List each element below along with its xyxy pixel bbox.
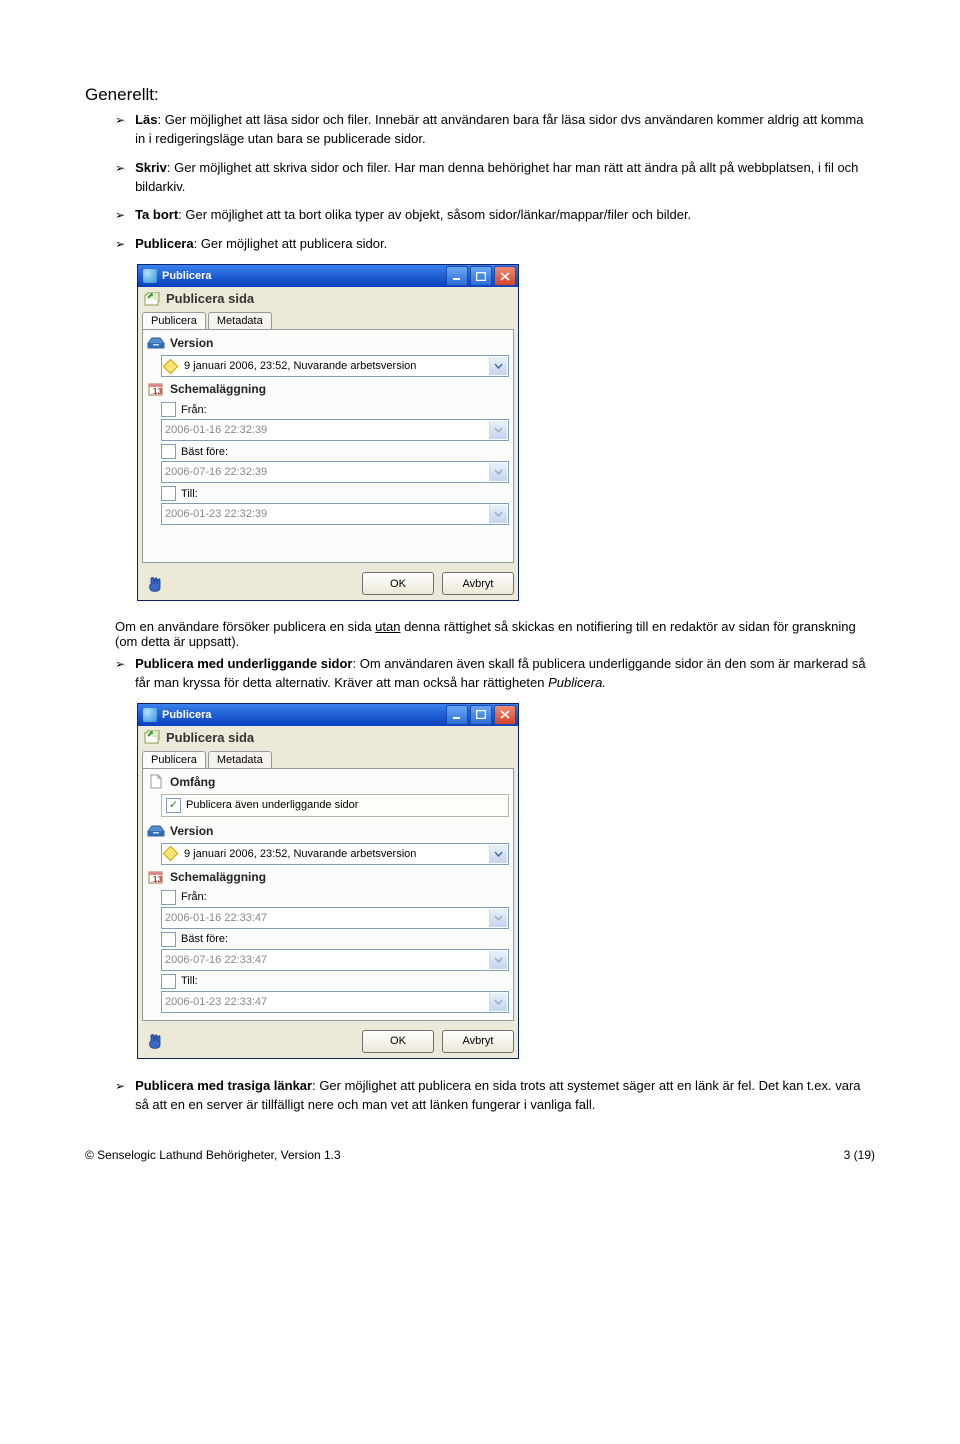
chevron-down-icon[interactable] [489,505,507,523]
publish-dialog-1: Publicera Publicera sida Publicera Metad… [137,264,519,601]
checkbox-icon[interactable] [161,932,176,947]
chevron-down-icon[interactable] [489,909,507,927]
tab-bar: Publicera Metadata [138,751,518,768]
bullet-marker: ➢ [115,161,125,175]
chevron-down-icon[interactable] [489,993,507,1011]
section-schedule: 13 Schemaläggning [147,380,509,399]
bullet-group-end: ➢ Publicera med trasiga länkar: Ger möjl… [115,1077,875,1115]
svg-text:13: 13 [153,387,162,396]
window-title: Publicera [162,709,212,721]
bullet-marker: ➢ [115,237,125,251]
check-bast[interactable]: Bäst före: [161,932,509,947]
till-field[interactable]: 2006-01-23 22:33:47 [161,991,509,1013]
chevron-down-icon[interactable] [489,421,507,439]
chevron-down-icon[interactable] [489,845,507,863]
close-button[interactable] [494,705,516,725]
bullet-group-1: ➢ Läs: Ger möjlighet att läsa sidor och … [115,111,875,254]
section-schedule: 13 Schemaläggning [147,868,509,887]
utan-paragraph: Om en användare försöker publicera en si… [115,619,875,649]
bullet-publicera-trasiga: ➢ Publicera med trasiga länkar: Ger möjl… [115,1077,875,1115]
tab-publicera[interactable]: Publicera [142,751,206,768]
tab-metadata[interactable]: Metadata [208,312,272,329]
bullet-marker: ➢ [115,1079,125,1093]
mid-text-group: Om en användare försöker publicera en si… [115,619,875,693]
omfang-checkbox-row[interactable]: Publicera även underliggande sidor [161,794,509,817]
diamond-icon [163,358,179,374]
check-fran[interactable]: Från: [161,402,509,417]
diamond-icon [163,846,179,862]
ok-button[interactable]: OK [362,1030,434,1053]
breadcrumb: Publicera sida [138,726,518,749]
section-omfang: Omfång [147,773,509,792]
checkbox-icon[interactable] [161,486,176,501]
publish-dialog-2: Publicera Publicera sida Publicera Metad… [137,703,519,1059]
drawer-icon [147,336,165,350]
bast-field[interactable]: 2006-07-16 22:33:47 [161,949,509,971]
version-select[interactable]: 9 januari 2006, 23:52, Nuvarande arbetsv… [161,355,509,377]
tab-publicera[interactable]: Publicera [142,312,206,329]
bullet-skriv: ➢ Skriv: Ger möjlighet att skriva sidor … [115,159,875,197]
app-icon [143,708,157,722]
window-title: Publicera [162,270,212,282]
bullet-publicera: ➢ Publicera: Ger möjlighet att publicera… [115,235,875,254]
bullet-tabort: ➢ Ta bort: Ger möjlighet att ta bort oli… [115,206,875,225]
close-button[interactable] [494,266,516,286]
section-version: Version [147,334,509,353]
titlebar[interactable]: Publicera [138,704,518,726]
svg-text:13: 13 [153,875,162,884]
tab-metadata[interactable]: Metadata [208,751,272,768]
checkbox-icon[interactable] [166,798,181,813]
bast-field[interactable]: 2006-07-16 22:32:39 [161,461,509,483]
cancel-button[interactable]: Avbryt [442,572,514,595]
maximize-button[interactable] [470,705,492,725]
till-field[interactable]: 2006-01-23 22:32:39 [161,503,509,525]
ok-button[interactable]: OK [362,572,434,595]
chevron-down-icon[interactable] [489,463,507,481]
breadcrumb: Publicera sida [138,287,518,310]
button-row: OK Avbryt [138,1025,518,1058]
section-version: Version [147,822,509,841]
tab-body: Omfång Publicera även underliggande sido… [142,768,514,1021]
check-bast[interactable]: Bäst före: [161,444,509,459]
calendar-icon: 13 [147,870,165,884]
check-till[interactable]: Till: [161,974,509,989]
footer-left: © Senselogic Lathund Behörigheter, Versi… [85,1148,341,1162]
button-row: OK Avbryt [138,567,518,600]
bullet-marker: ➢ [115,208,125,222]
maximize-button[interactable] [470,266,492,286]
check-till[interactable]: Till: [161,486,509,501]
hand-icon [146,575,166,593]
bullet-marker: ➢ [115,113,125,127]
minimize-button[interactable] [446,266,468,286]
page-footer: © Senselogic Lathund Behörigheter, Versi… [85,1142,875,1162]
page-heading: Generellt: [85,85,875,105]
app-icon [143,269,157,283]
hand-icon [146,1032,166,1050]
drawer-icon [147,824,165,838]
version-select[interactable]: 9 januari 2006, 23:52, Nuvarande arbetsv… [161,843,509,865]
fran-field[interactable]: 2006-01-16 22:33:47 [161,907,509,929]
footer-right: 3 (19) [844,1148,875,1162]
tab-body: Version 9 januari 2006, 23:52, Nuvarande… [142,329,514,563]
chevron-down-icon[interactable] [489,357,507,375]
tab-bar: Publicera Metadata [138,312,518,329]
bullet-las: ➢ Läs: Ger möjlighet att läsa sidor och … [115,111,875,149]
checkbox-icon[interactable] [161,890,176,905]
page-open-icon [144,292,160,306]
check-fran[interactable]: Från: [161,890,509,905]
titlebar[interactable]: Publicera [138,265,518,287]
fran-field[interactable]: 2006-01-16 22:32:39 [161,419,509,441]
page-icon [147,775,165,789]
chevron-down-icon[interactable] [489,951,507,969]
bullet-marker: ➢ [115,657,125,671]
cancel-button[interactable]: Avbryt [442,1030,514,1053]
checkbox-icon[interactable] [161,444,176,459]
checkbox-icon[interactable] [161,402,176,417]
page-open-icon [144,730,160,744]
checkbox-icon[interactable] [161,974,176,989]
bullet-publicera-med-underliggande: ➢ Publicera med underliggande sidor: Om … [115,655,875,693]
minimize-button[interactable] [446,705,468,725]
calendar-icon: 13 [147,382,165,396]
